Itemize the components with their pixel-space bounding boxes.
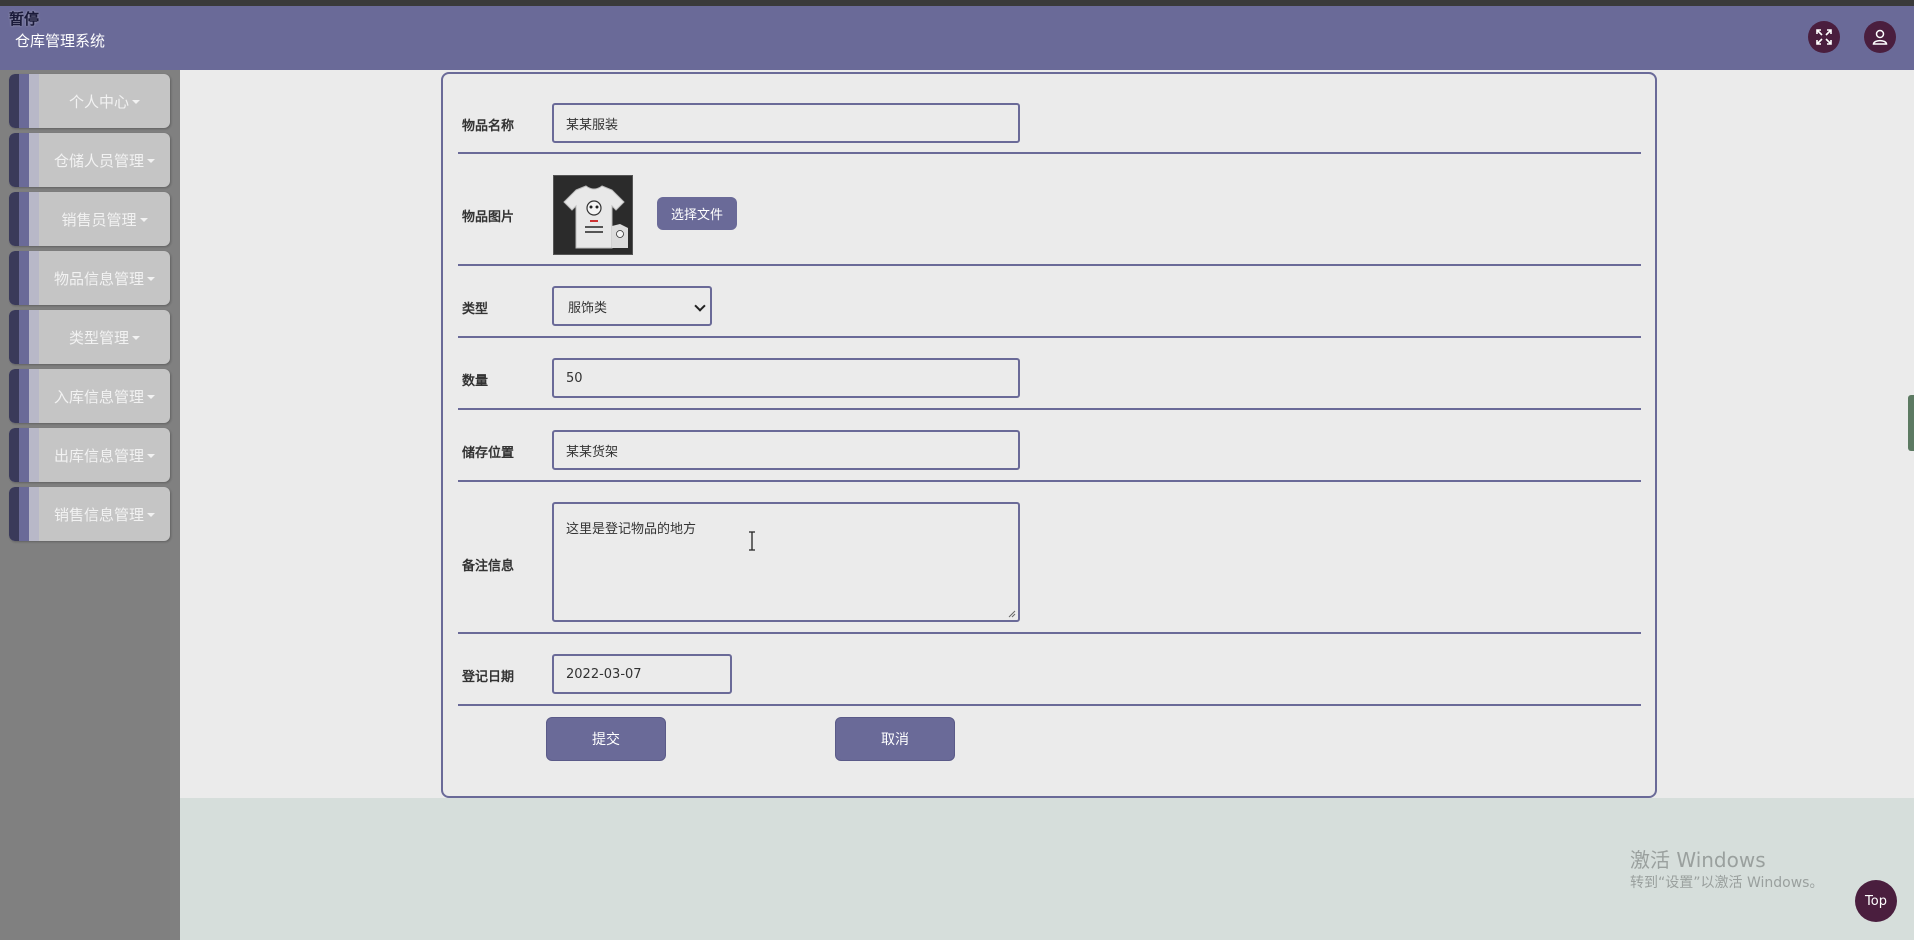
row-divider — [458, 480, 1641, 482]
app-title: 仓库管理系统 — [15, 32, 106, 50]
sidebar: 个人中心 仓储人员管理 销售员管理 物品信息管理 类型管理 入库信息管理 出库信… — [0, 70, 180, 940]
sidebar-item-outbound[interactable]: 出库信息管理 — [9, 428, 170, 482]
sidebar-item-sales-info[interactable]: 销售信息管理 — [9, 487, 170, 541]
caret-down-icon — [147, 277, 155, 281]
sidebar-item-label: 销售信息管理 — [53, 505, 144, 524]
quantity-value: 50 — [566, 370, 583, 386]
windows-activation-watermark: 激活 Windows 转到“设置”以激活 Windows。 — [1630, 847, 1823, 893]
date-label: 登记日期 — [462, 670, 515, 685]
sidebar-item-type[interactable]: 类型管理 — [9, 310, 170, 364]
sidebar-item-warehouse-staff[interactable]: 仓储人员管理 — [9, 133, 170, 187]
choose-file-button[interactable]: 选择文件 — [657, 197, 737, 230]
caret-down-icon — [132, 100, 140, 104]
location-label: 储存位置 — [462, 446, 515, 461]
paused-badge: 暂停 — [9, 10, 40, 28]
chevron-down-icon — [694, 300, 706, 312]
back-to-top-button[interactable]: Top — [1855, 880, 1897, 922]
caret-down-icon — [132, 336, 140, 340]
location-value: 某某货架 — [566, 444, 619, 460]
resize-grip-icon[interactable] — [1008, 610, 1016, 618]
sidebar-item-label: 入库信息管理 — [53, 387, 144, 406]
row-divider — [458, 264, 1641, 266]
sidebar-item-label: 类型管理 — [68, 328, 129, 347]
expand-icon — [1816, 29, 1832, 45]
quantity-label: 数量 — [462, 374, 489, 389]
sidebar-item-item-info[interactable]: 物品信息管理 — [9, 251, 170, 305]
location-input[interactable]: 某某货架 — [552, 430, 1020, 470]
row-divider — [458, 336, 1641, 338]
sidebar-item-label: 物品信息管理 — [53, 269, 144, 288]
caret-down-icon — [147, 159, 155, 163]
watermark-title: 激活 Windows — [1630, 848, 1766, 872]
date-value: 2022-03-07 — [566, 666, 642, 682]
row-divider — [458, 704, 1641, 706]
item-image-thumbnail — [553, 175, 633, 255]
type-select[interactable]: 服饰类 — [552, 286, 712, 326]
sidebar-item-label: 出库信息管理 — [53, 446, 144, 465]
fullscreen-button[interactable] — [1808, 21, 1840, 53]
caret-down-icon — [147, 454, 155, 458]
sidebar-item-label: 个人中心 — [68, 92, 129, 111]
app-header: 暂停 仓库管理系统 — [0, 6, 1914, 70]
text-cursor-icon — [749, 531, 755, 551]
caret-down-icon — [139, 218, 148, 222]
sidebar-item-label: 销售员管理 — [61, 210, 137, 229]
type-selected-value: 服饰类 — [568, 300, 608, 316]
caret-down-icon — [147, 513, 155, 517]
submit-button[interactable]: 提交 — [546, 717, 666, 761]
sidebar-item-personal-center[interactable]: 个人中心 — [9, 74, 170, 128]
item-name-value: 某某服装 — [566, 117, 619, 133]
sidebar-item-salesperson[interactable]: 销售员管理 — [9, 192, 170, 246]
user-button[interactable] — [1864, 21, 1896, 53]
sidebar-item-label: 仓储人员管理 — [53, 151, 144, 170]
cancel-button[interactable]: 取消 — [835, 717, 955, 761]
tshirt-image — [554, 176, 632, 254]
caret-down-icon — [147, 395, 155, 399]
row-divider — [458, 152, 1641, 154]
row-divider — [458, 408, 1641, 410]
row-divider — [458, 632, 1641, 634]
watermark-subtitle: 转到“设置”以激活 Windows。 — [1630, 875, 1824, 891]
item-image-label: 物品图片 — [462, 210, 515, 225]
user-icon — [1872, 29, 1888, 45]
sidebar-item-inbound[interactable]: 入库信息管理 — [9, 369, 170, 423]
type-label: 类型 — [462, 302, 489, 317]
date-input[interactable]: 2022-03-07 — [552, 654, 732, 694]
remarks-textarea[interactable]: 这里是登记物品的地方 — [552, 502, 1020, 622]
remarks-value: 这里是登记物品的地方 — [566, 522, 697, 537]
item-name-label: 物品名称 — [462, 119, 515, 134]
scrollbar-handle[interactable] — [1908, 395, 1914, 451]
remarks-label: 备注信息 — [462, 559, 515, 574]
quantity-input[interactable]: 50 — [552, 358, 1020, 398]
item-name-input[interactable]: 某某服装 — [552, 103, 1020, 143]
